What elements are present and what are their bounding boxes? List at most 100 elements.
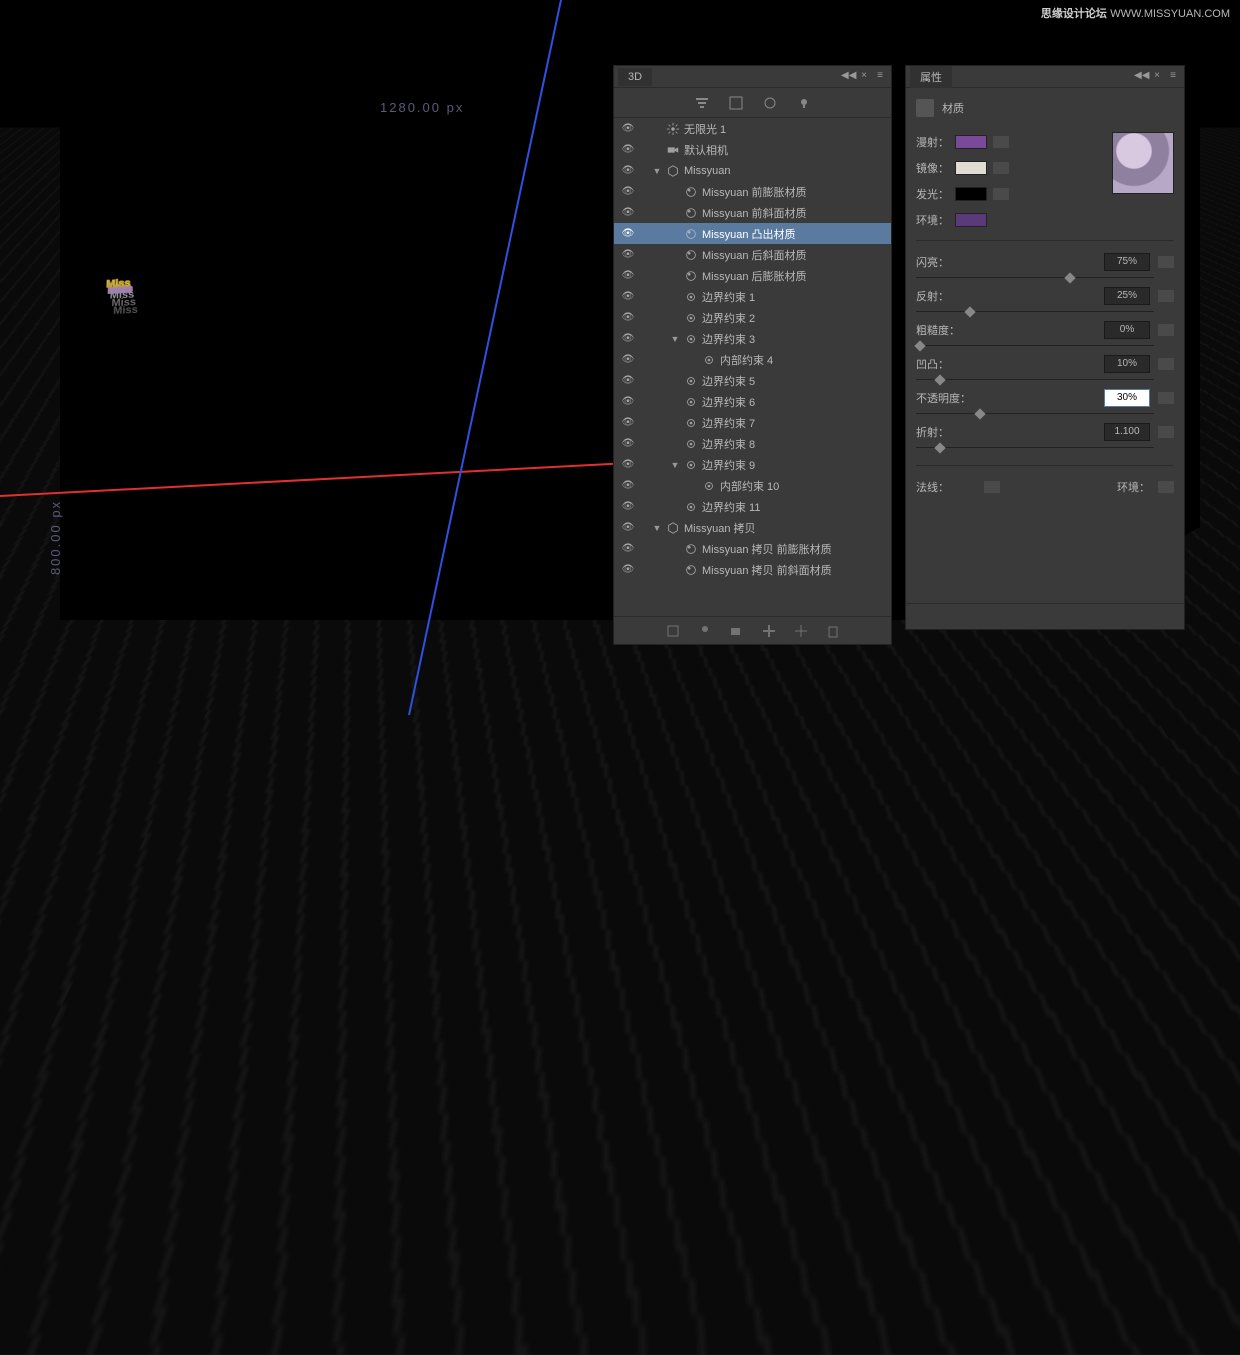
normal-texture-button[interactable] [984, 481, 1000, 493]
shine-slider[interactable] [916, 273, 1174, 283]
visibility-toggle-icon[interactable]: 👁 [620, 375, 636, 386]
tree-item-label: 边界约束 3 [702, 331, 755, 347]
specular-texture-button[interactable] [993, 162, 1009, 174]
visibility-toggle-icon[interactable]: 👁 [620, 228, 636, 239]
render-icon[interactable] [665, 623, 681, 639]
panel-3d-header[interactable]: 3D ◀◀ × ≡ [614, 66, 891, 88]
bump-texture-button[interactable] [1158, 358, 1174, 370]
rough-texture-button[interactable] [1158, 324, 1174, 336]
tree-row[interactable]: 👁边界约束 1 [614, 286, 891, 307]
visibility-toggle-icon[interactable]: 👁 [620, 543, 636, 554]
edge-icon [684, 458, 698, 472]
panel-properties-header[interactable]: 属性 ◀◀ × ≡ [906, 66, 1184, 88]
add2-icon[interactable] [793, 623, 809, 639]
visibility-toggle-icon[interactable]: 👁 [620, 480, 636, 491]
visibility-toggle-icon[interactable]: 👁 [620, 417, 636, 428]
tree-row[interactable]: 👁默认相机 [614, 139, 891, 160]
visibility-toggle-icon[interactable]: 👁 [620, 333, 636, 344]
visibility-toggle-icon[interactable]: 👁 [620, 291, 636, 302]
tree-row[interactable]: 👁▼Missyuan [614, 160, 891, 181]
reflect-value-input[interactable]: 25% [1104, 287, 1150, 305]
bump-slider[interactable] [916, 375, 1174, 385]
tree-row[interactable]: 👁Missyuan 拷贝 前膨胀材质 [614, 538, 891, 559]
visibility-toggle-icon[interactable]: 👁 [620, 249, 636, 260]
visibility-toggle-icon[interactable]: 👁 [620, 123, 636, 134]
refract-value-input[interactable]: 1.100 [1104, 423, 1150, 441]
tree-row[interactable]: 👁边界约束 2 [614, 307, 891, 328]
add-icon[interactable] [761, 623, 777, 639]
tree-row[interactable]: 👁Missyuan 后斜面材质 [614, 244, 891, 265]
bump-value-input[interactable]: 10% [1104, 355, 1150, 373]
tree-row[interactable]: 👁内部约束 4 [614, 349, 891, 370]
tree-row[interactable]: 👁边界约束 7 [614, 412, 891, 433]
filter-scene-icon[interactable] [694, 95, 710, 111]
visibility-toggle-icon[interactable]: 👁 [620, 270, 636, 281]
tree-row[interactable]: 👁边界约束 8 [614, 433, 891, 454]
panel-close-icon[interactable]: × [1150, 70, 1164, 84]
tree-row[interactable]: 👁Missyuan 凸出材质 [614, 223, 891, 244]
diffuse-row: 漫射： [916, 132, 1009, 152]
tree-row[interactable]: 👁Missyuan 拷贝 前斜面材质 [614, 559, 891, 580]
visibility-toggle-icon[interactable]: 👁 [620, 312, 636, 323]
visibility-toggle-icon[interactable]: 👁 [620, 396, 636, 407]
visibility-toggle-icon[interactable]: 👁 [620, 165, 636, 176]
tree-row[interactable]: 👁边界约束 5 [614, 370, 891, 391]
camera-new-icon[interactable] [729, 623, 745, 639]
disclosure-icon[interactable]: ▼ [670, 334, 680, 344]
visibility-toggle-icon[interactable]: 👁 [620, 207, 636, 218]
refract-texture-button[interactable] [1158, 426, 1174, 438]
diffuse-texture-button[interactable] [993, 136, 1009, 148]
panel-close-icon[interactable]: × [857, 70, 871, 84]
tree-row[interactable]: 👁 ▼ 边界约束 3 [614, 328, 891, 349]
filter-light-icon[interactable] [796, 95, 812, 111]
light-new-icon[interactable] [697, 623, 713, 639]
delete-icon[interactable] [825, 623, 841, 639]
opacity-slider[interactable] [916, 409, 1174, 419]
shine-texture-button[interactable] [1158, 256, 1174, 268]
visibility-toggle-icon[interactable]: 👁 [620, 186, 636, 197]
scene-tree[interactable]: 👁无限光 1👁默认相机👁▼Missyuan👁Missyuan 前膨胀材质👁Mis… [614, 118, 891, 616]
tree-row[interactable]: 👁▼Missyuan 拷贝 [614, 517, 891, 538]
disclosure-icon[interactable]: ▼ [652, 523, 662, 533]
reflect-slider[interactable] [916, 307, 1174, 317]
tree-row[interactable]: 👁内部约束 10 [614, 475, 891, 496]
tree-row[interactable]: 👁无限光 1 [614, 118, 891, 139]
panel-collapse-icon[interactable]: ◀◀ [1134, 70, 1148, 84]
rough-slider[interactable] [916, 341, 1174, 351]
visibility-toggle-icon[interactable]: 👁 [620, 522, 636, 533]
shine-value-input[interactable]: 75% [1104, 253, 1150, 271]
panel-3d-tab[interactable]: 3D [618, 68, 652, 86]
filter-material-icon[interactable] [762, 95, 778, 111]
illumination-swatch[interactable] [955, 187, 987, 201]
tree-row[interactable]: 👁Missyuan 后膨胀材质 [614, 265, 891, 286]
tree-row[interactable]: 👁边界约束 6 [614, 391, 891, 412]
reflect-texture-button[interactable] [1158, 290, 1174, 302]
specular-swatch[interactable] [955, 161, 987, 175]
refract-slider[interactable] [916, 443, 1174, 453]
opacity-value-input[interactable]: 30% [1104, 389, 1150, 407]
disclosure-icon[interactable]: ▼ [652, 166, 662, 176]
material-preview[interactable] [1112, 132, 1174, 194]
rough-value-input[interactable]: 0% [1104, 321, 1150, 339]
illumination-texture-button[interactable] [993, 188, 1009, 200]
tree-row[interactable]: 👁Missyuan 前斜面材质 [614, 202, 891, 223]
visibility-toggle-icon[interactable]: 👁 [620, 438, 636, 449]
visibility-toggle-icon[interactable]: 👁 [620, 144, 636, 155]
panel-collapse-icon[interactable]: ◀◀ [841, 70, 855, 84]
disclosure-icon[interactable]: ▼ [670, 460, 680, 470]
diffuse-swatch[interactable] [955, 135, 987, 149]
visibility-toggle-icon[interactable]: 👁 [620, 501, 636, 512]
panel-properties-tab[interactable]: 属性 [910, 66, 952, 88]
opacity-texture-button[interactable] [1158, 392, 1174, 404]
tree-row[interactable]: 👁▼边界约束 9 [614, 454, 891, 475]
visibility-toggle-icon[interactable]: 👁 [620, 564, 636, 575]
visibility-toggle-icon[interactable]: 👁 [620, 459, 636, 470]
environment-texture-button[interactable] [1158, 481, 1174, 493]
panel-menu-icon[interactable]: ≡ [873, 70, 887, 84]
panel-menu-icon[interactable]: ≡ [1166, 70, 1180, 84]
visibility-toggle-icon[interactable]: 👁 [620, 354, 636, 365]
filter-mesh-icon[interactable] [728, 95, 744, 111]
tree-row[interactable]: 👁边界约束 11 [614, 496, 891, 517]
tree-row[interactable]: 👁Missyuan 前膨胀材质 [614, 181, 891, 202]
ambient-swatch[interactable] [955, 213, 987, 227]
